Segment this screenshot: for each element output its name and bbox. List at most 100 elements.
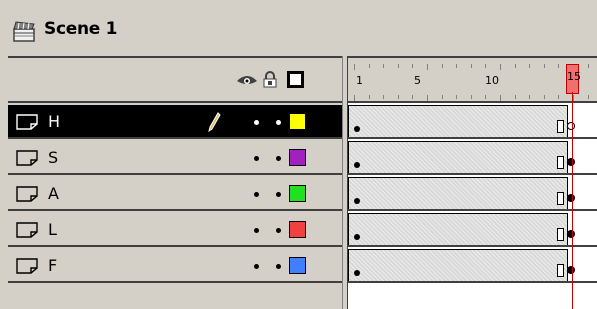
- lock-dot[interactable]: [276, 192, 281, 197]
- start-keyframe[interactable]: [354, 270, 360, 276]
- outline-color-swatch[interactable]: [289, 149, 306, 166]
- end-keyframe[interactable]: [567, 266, 575, 274]
- layers-panel: H S A L F: [8, 56, 342, 309]
- visibility-dot[interactable]: [254, 192, 259, 197]
- lock-dot[interactable]: [276, 156, 281, 161]
- ruler-tick: [558, 64, 560, 68]
- ruler-tick: [354, 64, 355, 70]
- ruler-tick: [500, 95, 501, 101]
- ruler-tick: [470, 64, 472, 68]
- visibility-dot[interactable]: [254, 228, 259, 233]
- ruler-tick: [587, 95, 589, 99]
- lock-dot[interactable]: [276, 120, 281, 125]
- ruler-tick: [427, 95, 428, 101]
- playhead-line: [572, 92, 573, 309]
- ruler-tick: [529, 95, 531, 99]
- start-keyframe[interactable]: [354, 198, 360, 204]
- start-keyframe[interactable]: [354, 126, 360, 132]
- layer-icon: [16, 258, 38, 274]
- layer-name[interactable]: L: [48, 220, 57, 239]
- frame-span[interactable]: [348, 177, 568, 209]
- end-frame-marker[interactable]: [557, 192, 564, 205]
- end-keyframe[interactable]: [567, 158, 575, 166]
- visibility-dot[interactable]: [254, 264, 259, 269]
- end-keyframe[interactable]: [567, 194, 575, 202]
- layer-row[interactable]: A: [8, 177, 342, 211]
- frame-span[interactable]: [348, 105, 568, 137]
- layer-icon: [16, 186, 38, 202]
- visibility-dot[interactable]: [254, 120, 259, 125]
- ruler-tick: [383, 64, 385, 68]
- ruler-tick: [368, 95, 370, 99]
- ruler-tick: [456, 64, 458, 68]
- current-frame-label: 15: [567, 70, 581, 83]
- layer-row[interactable]: H: [8, 105, 342, 139]
- ruler-tick: [441, 64, 443, 68]
- frame-span[interactable]: [348, 141, 568, 173]
- lock-dot[interactable]: [276, 228, 281, 233]
- outline-color-swatch[interactable]: [289, 257, 306, 274]
- clapperboard-icon: [13, 21, 35, 42]
- outline-color-swatch[interactable]: [289, 185, 306, 202]
- outline-color-swatch[interactable]: [289, 221, 306, 238]
- layer-header: [8, 56, 342, 103]
- frame-row[interactable]: [348, 249, 597, 283]
- outline-icon[interactable]: [287, 71, 304, 88]
- ruler-tick: [368, 64, 370, 68]
- layer-row[interactable]: F: [8, 249, 342, 283]
- layer-row[interactable]: L: [8, 213, 342, 247]
- end-frame-marker[interactable]: [557, 156, 564, 169]
- layer-icon: [16, 222, 38, 238]
- end-frame-marker[interactable]: [557, 264, 564, 277]
- frame-span[interactable]: [348, 249, 568, 281]
- end-frame-marker[interactable]: [557, 120, 564, 133]
- ruler-tick: [500, 64, 501, 70]
- ruler-tick: [412, 64, 414, 68]
- start-keyframe[interactable]: [354, 234, 360, 240]
- layer-icon: [16, 114, 38, 130]
- ruler-tick: [397, 95, 399, 99]
- ruler-tick: [485, 95, 487, 99]
- ruler-label-10: 10: [485, 74, 499, 87]
- lock-icon[interactable]: [263, 71, 277, 88]
- frame-ruler[interactable]: 1 5 10 15: [348, 56, 597, 103]
- ruler-tick: [543, 95, 545, 99]
- layer-icon: [16, 150, 38, 166]
- layer-name[interactable]: H: [48, 112, 60, 131]
- scene-title[interactable]: Scene 1: [44, 19, 117, 39]
- frame-row[interactable]: [348, 177, 597, 211]
- ruler-tick: [514, 95, 516, 99]
- eye-icon[interactable]: [236, 73, 258, 87]
- ruler-tick: [558, 95, 560, 99]
- end-keyframe[interactable]: [567, 122, 575, 130]
- ruler-tick: [485, 64, 487, 68]
- ruler-tick: [397, 64, 399, 68]
- layer-name[interactable]: F: [48, 256, 57, 275]
- end-frame-marker[interactable]: [557, 228, 564, 241]
- ruler-label-5: 5: [414, 74, 421, 87]
- layer-row[interactable]: S: [8, 141, 342, 175]
- frame-span[interactable]: [348, 213, 568, 245]
- timeline-panel: H S A L F 1 5 10 15: [8, 56, 597, 309]
- frame-row[interactable]: [348, 105, 597, 139]
- visibility-dot[interactable]: [254, 156, 259, 161]
- ruler-tick: [383, 95, 385, 99]
- ruler-label-1: 1: [356, 74, 363, 87]
- frame-row[interactable]: [348, 213, 597, 247]
- ruler-tick: [470, 95, 472, 99]
- ruler-tick: [587, 64, 589, 68]
- ruler-tick: [412, 95, 414, 99]
- lock-dot[interactable]: [276, 264, 281, 269]
- outline-color-swatch[interactable]: [289, 113, 306, 130]
- ruler-tick: [441, 95, 443, 99]
- layer-name[interactable]: A: [48, 184, 59, 203]
- scene-bar: Scene 1: [0, 0, 597, 56]
- frame-row[interactable]: [348, 141, 597, 175]
- ruler-tick: [514, 64, 516, 68]
- ruler-tick: [354, 95, 355, 101]
- end-keyframe[interactable]: [567, 230, 575, 238]
- ruler-tick: [543, 64, 545, 68]
- start-keyframe[interactable]: [354, 162, 360, 168]
- ruler-tick: [427, 64, 428, 70]
- layer-name[interactable]: S: [48, 148, 58, 167]
